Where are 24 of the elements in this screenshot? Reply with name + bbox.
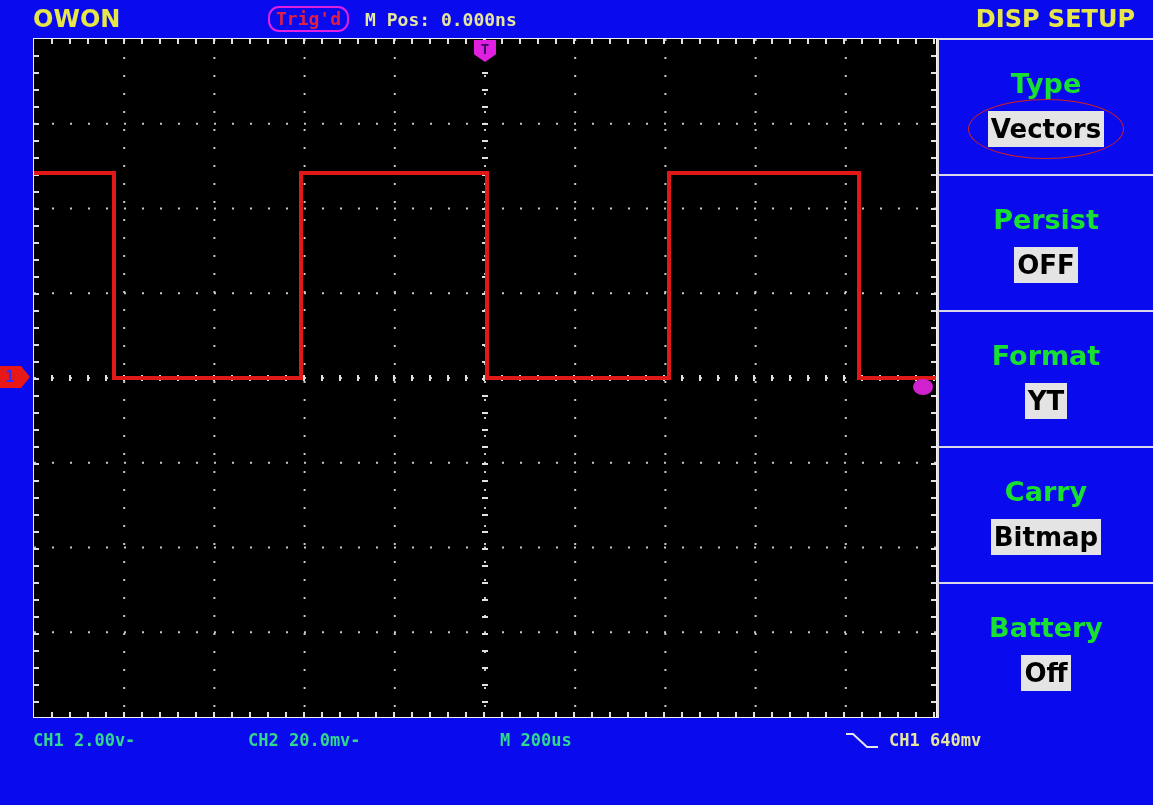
menu-item-label: Persist: [993, 203, 1099, 235]
menu-item-label: Type: [1010, 67, 1082, 99]
menu-item[interactable]: Format YT: [937, 312, 1153, 448]
brand-logo: OWON: [33, 5, 122, 33]
trigger-level: CH1 640mv: [889, 730, 982, 750]
menu-item-value: OFF: [1014, 246, 1078, 283]
time-position: M Pos: 0.000ns: [365, 8, 517, 30]
channel-marker: 1: [0, 366, 30, 388]
menu-item[interactable]: Persist OFF: [937, 176, 1153, 312]
menu-item[interactable]: Type Vectors: [937, 40, 1153, 176]
channel-scale: CH2 20.0mv-: [248, 730, 362, 750]
menu-title: DISP SETUP: [975, 5, 1135, 33]
falling-edge-icon: [845, 732, 879, 748]
menu-item-label: Format: [991, 339, 1101, 371]
menu-item-value: Bitmap: [990, 518, 1102, 555]
menu-item-value: YT: [1024, 382, 1068, 419]
timebase: M 200us: [500, 730, 573, 750]
channel-scale: CH1 2.00v-: [33, 730, 137, 750]
menu-item[interactable]: Carry Bitmap: [937, 448, 1153, 584]
trigger-status: Trig'd: [268, 6, 350, 32]
menu-item-value: Vectors: [987, 110, 1105, 147]
menu-item-label: Carry: [1004, 475, 1088, 507]
menu-item-value: Off: [1021, 654, 1071, 691]
menu-item-label: Battery: [989, 611, 1103, 643]
